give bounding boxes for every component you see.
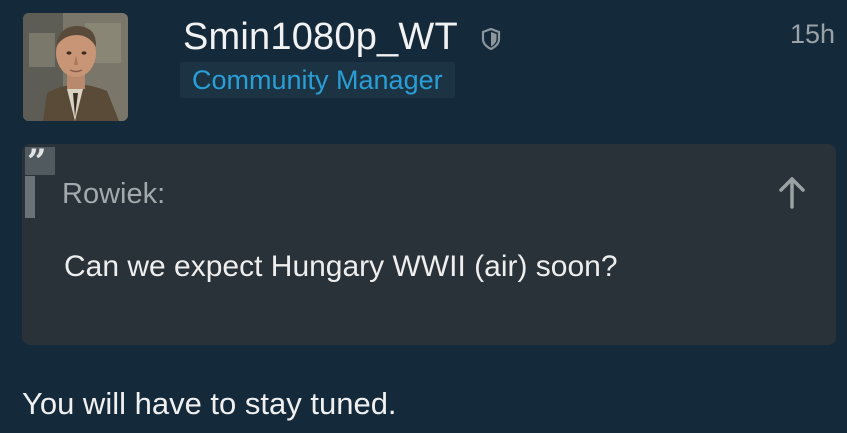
quote-block: ” Rowiek: Can we expect Hungary WWII (ai… bbox=[22, 143, 836, 345]
arrow-up-icon[interactable] bbox=[778, 176, 806, 210]
post-body-text: You will have to stay tuned. bbox=[22, 386, 397, 421]
quote-mark-icon: ” bbox=[25, 143, 55, 181]
post-timestamp[interactable]: 15h bbox=[790, 18, 835, 50]
quote-text: Can we expect Hungary WWII (air) soon? bbox=[64, 250, 618, 283]
user-title-badge[interactable]: Community Manager bbox=[180, 62, 455, 98]
username[interactable]: Smin1080p_WT bbox=[183, 14, 458, 60]
avatar-image bbox=[23, 13, 128, 121]
shield-icon bbox=[481, 27, 501, 51]
avatar[interactable] bbox=[23, 13, 128, 121]
forum-post: Smin1080p_WT Community Manager 15h ” Row… bbox=[0, 0, 847, 433]
quote-author[interactable]: Rowiek: bbox=[62, 174, 165, 214]
quote-bar bbox=[25, 176, 35, 218]
